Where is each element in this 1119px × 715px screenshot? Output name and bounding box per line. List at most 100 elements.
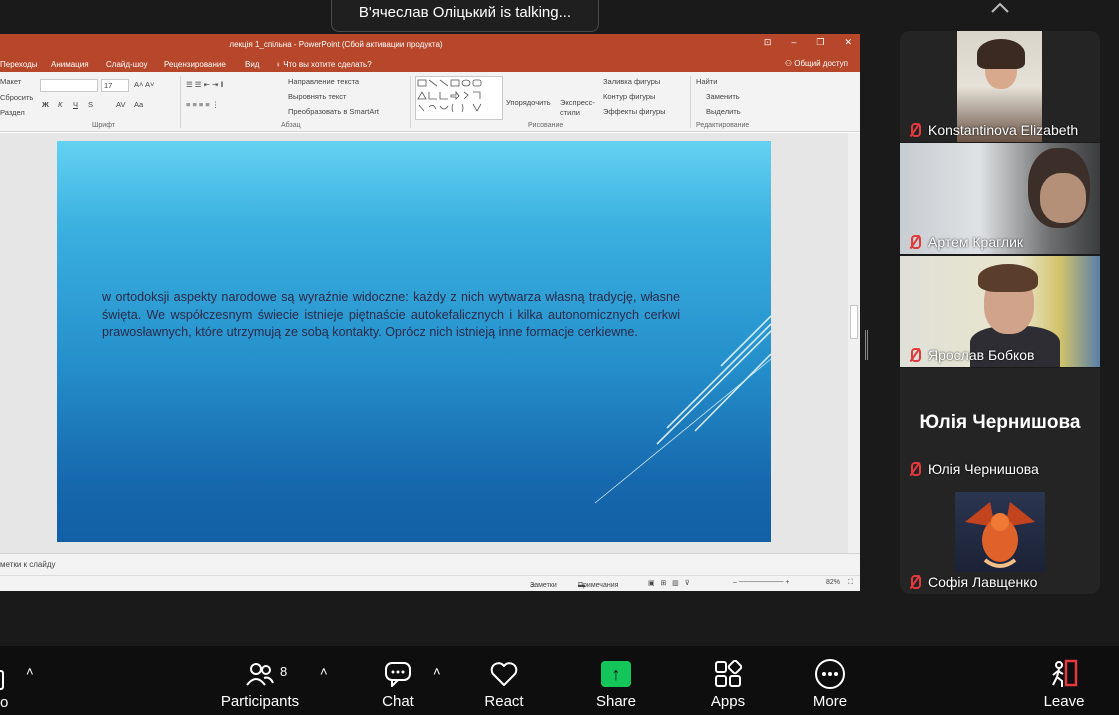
align-icons[interactable]: ≡ ≡ ≡ ≡ ⋮ (186, 100, 219, 109)
char-spacing-button[interactable]: AV (116, 100, 125, 109)
notes-pane[interactable]: метки к слайду (0, 553, 860, 575)
group-drawing-label: Рисование (528, 122, 564, 129)
lightbulb-icon: ♀ (275, 60, 284, 69)
tab-transitions[interactable]: Переходы (0, 60, 38, 69)
view-buttons[interactable]: ▣ ⊞ ▥ ⊽ (648, 579, 690, 587)
tab-animation[interactable]: Анимация (51, 60, 89, 69)
underline-button[interactable]: Ч (73, 100, 78, 109)
close-icon[interactable]: ✕ (844, 37, 852, 48)
align-text-button[interactable]: Выровнять текст (288, 92, 346, 101)
slide-body-text[interactable]: w ortodoksji aspekty narodowe są wyraźni… (102, 289, 680, 342)
mic-cut-icon[interactable] (0, 670, 4, 690)
dragon-avatar-image (955, 492, 1045, 572)
shape-outline-button[interactable]: Контур фигуры (603, 92, 655, 101)
participant-tile[interactable]: Konstantinova Elizabeth (900, 31, 1100, 142)
reset-button[interactable]: Сбросить (0, 93, 33, 102)
participants-icon-wrap: 8 (220, 656, 300, 692)
shape-fill-button[interactable]: Заливка фигуры (603, 77, 660, 86)
minimize-icon[interactable]: – (791, 37, 796, 48)
share-arrow-icon: ↑ (601, 661, 631, 687)
find-button[interactable]: Найти (696, 77, 717, 86)
collapse-gallery-button[interactable] (952, 0, 1048, 24)
change-case-button[interactable]: Aa (134, 100, 143, 109)
apps-button[interactable]: Apps (688, 656, 768, 710)
shapes-gallery[interactable] (415, 76, 503, 120)
mute-label-cut: o (0, 694, 9, 711)
hair-shape (978, 264, 1038, 292)
tab-review[interactable]: Рецензирование (164, 60, 226, 69)
quick-styles-button[interactable]: Экспресс-стили (560, 98, 596, 118)
zoom-level[interactable]: 82% (826, 579, 840, 586)
share-screen-button[interactable]: ↑ Share (576, 656, 656, 710)
scrollbar-thumb[interactable] (850, 305, 858, 339)
ppt-status-bar: ≐ Заметки ▬ Примечания ▣ ⊞ ▥ ⊽ – ───────… (0, 575, 860, 591)
font-name-input[interactable] (40, 79, 98, 92)
italic-button[interactable]: К (58, 100, 62, 109)
participant-name-row: Юлія Чернишова (906, 461, 1039, 477)
ribbon-divider (410, 76, 411, 128)
fit-slide-icon[interactable]: ⛶ (848, 579, 853, 587)
leave-button[interactable]: Leave (1024, 656, 1104, 710)
person-icon: ⚇ (784, 59, 795, 68)
participants-button[interactable]: 8 Participants (220, 656, 300, 710)
layout-button[interactable]: Макет (0, 77, 21, 86)
ppt-window-title: лекція 1_спільна - PowerPoint (Сбой акти… (229, 40, 443, 49)
chevron-up-icon (991, 2, 1009, 13)
smartart-button[interactable]: Преобразовать в SmartArt (288, 107, 379, 116)
active-speaker-text: В'ячеслав Оліцький is talking... (358, 4, 572, 21)
slide-scrollbar[interactable] (848, 133, 860, 553)
more-button[interactable]: More (790, 656, 870, 710)
replace-button[interactable]: Заменить (706, 92, 740, 101)
panel-resize-handle[interactable] (865, 330, 868, 360)
text-direction-button[interactable]: Направление текста (288, 77, 359, 86)
participants-count: 8 (280, 664, 288, 679)
ribbon-display-icon[interactable]: ⊡ (764, 37, 772, 48)
font-grow-icon[interactable]: A˄ A˅ (134, 80, 154, 89)
chevron-up-icon[interactable]: ˄ (320, 664, 328, 679)
chevron-up-icon[interactable]: ˄ (433, 664, 441, 679)
section-button[interactable]: Раздел (0, 108, 25, 117)
share-access-button[interactable]: ⚇ Общий доступ (785, 59, 848, 68)
tab-view[interactable]: Вид (245, 60, 259, 69)
bullets-icon[interactable]: ☰ ☰ ⇤ ⇥ ‖ (186, 80, 223, 89)
participant-tile[interactable]: Артем Краглик (900, 143, 1100, 254)
current-slide[interactable]: w ortodoksji aspekty narodowe są wyraźni… (57, 141, 771, 542)
chat-button[interactable]: Chat (358, 656, 438, 710)
active-speaker-banner: В'ячеслав Оліцький is talking... (331, 0, 599, 32)
arrange-button[interactable]: Упорядочить (506, 98, 551, 107)
bold-button[interactable]: Ж (42, 100, 49, 109)
participant-tile[interactable]: Ярослав Бобков (900, 256, 1100, 367)
zoom-slider[interactable]: – ───────── + (733, 579, 790, 586)
participants-label: Participants (220, 693, 300, 710)
heart-icon (490, 662, 518, 686)
tell-me-box[interactable]: ♀ Что вы хотите сделать? (275, 60, 372, 69)
face-shape (1040, 173, 1086, 223)
strike-button[interactable]: S (88, 100, 93, 109)
react-label: React (484, 693, 524, 710)
react-button[interactable]: React (464, 656, 544, 710)
group-paragraph-label: Абзац (281, 122, 301, 129)
shared-screen: лекція 1_спільна - PowerPoint (Сбой акти… (0, 34, 860, 591)
chevron-up-icon[interactable]: ˄ (26, 664, 34, 679)
select-button[interactable]: Выделить (706, 107, 741, 116)
participant-name-row: Софія Лавщенко (906, 574, 1037, 590)
mic-muted-icon (906, 122, 922, 138)
shape-effects-button[interactable]: Эффекты фигуры (603, 107, 666, 116)
more-label: More (812, 693, 848, 710)
chat-icon-wrap (358, 656, 438, 692)
group-editing-label: Редактирование (696, 122, 750, 129)
leave-label: Leave (1043, 693, 1085, 710)
dragon-icon (965, 502, 1035, 568)
participant-tile[interactable]: Юлія Чернишова Юлія Чернишова (900, 368, 1100, 481)
mic-muted-icon (906, 347, 922, 363)
tab-slideshow[interactable]: Слайд-шоу (106, 60, 147, 69)
ribbon-divider (690, 76, 691, 128)
restore-icon[interactable]: ❐ (816, 37, 824, 48)
participant-name: Юлія Чернишова (928, 461, 1039, 477)
chat-icon (385, 662, 411, 687)
ppt-ribbon-tabs: Переходы Анимация Слайд-шоу Рецензирован… (0, 56, 860, 72)
participant-tile[interactable]: Софія Лавщенко (900, 481, 1100, 594)
slide-editing-area: w ortodoksji aspekty narodowe są wyraźni… (0, 133, 860, 591)
font-size-input[interactable]: 17 (101, 79, 129, 92)
participants-icon (246, 663, 274, 686)
